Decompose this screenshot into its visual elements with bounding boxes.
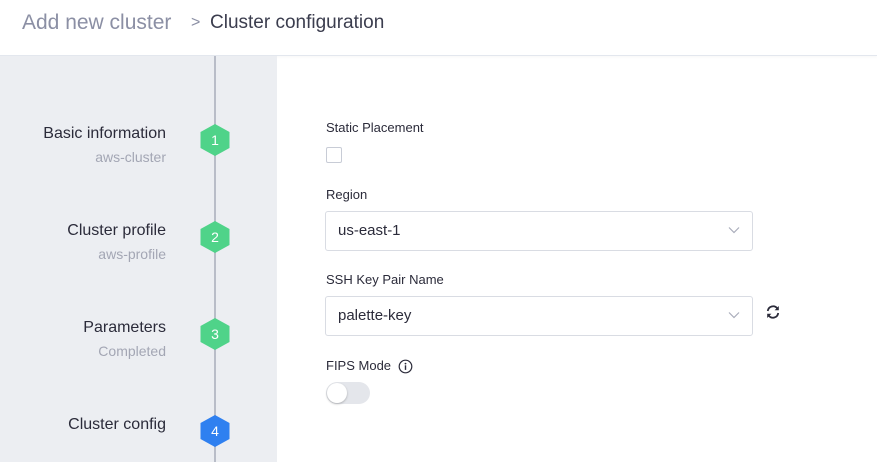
page-header: Add new cluster > Cluster configuration — [0, 0, 877, 56]
step-cluster-config[interactable]: Cluster config 4 — [0, 414, 277, 476]
step-subtitle: Completed — [98, 343, 166, 359]
step-number: 2 — [211, 229, 219, 245]
ssh-key-value: palette-key — [338, 307, 412, 324]
step-number: 3 — [211, 326, 219, 342]
step-basic-information[interactable]: Basic information aws-cluster 1 — [0, 123, 277, 185]
step-number: 4 — [211, 423, 219, 439]
step-badge: 3 — [199, 317, 231, 351]
chevron-down-icon — [728, 227, 740, 234]
step-number: 1 — [211, 132, 219, 148]
breadcrumb-add-new-cluster[interactable]: Add new cluster — [22, 11, 171, 35]
step-parameters[interactable]: Parameters Completed 3 — [0, 317, 277, 379]
region-select[interactable]: us-east-1 — [325, 211, 753, 251]
step-cluster-profile[interactable]: Cluster profile aws-profile 2 — [0, 220, 277, 282]
region-label: Region — [326, 187, 368, 202]
step-title: Parameters — [83, 319, 166, 336]
refresh-icon[interactable] — [765, 304, 781, 320]
step-badge: 1 — [199, 123, 231, 157]
page-title: Cluster configuration — [210, 12, 385, 33]
static-placement-label: Static Placement — [326, 120, 424, 135]
step-title: Cluster config — [68, 416, 166, 433]
step-subtitle: aws-profile — [98, 246, 166, 262]
step-title: Cluster profile — [67, 222, 166, 239]
info-icon[interactable] — [398, 359, 413, 374]
step-title: Basic information — [43, 125, 166, 142]
ssh-key-label: SSH Key Pair Name — [326, 272, 444, 287]
chevron-down-icon — [728, 312, 740, 319]
fips-mode-toggle[interactable] — [326, 382, 370, 404]
step-badge: 4 — [199, 414, 231, 448]
wizard-steps: Basic information aws-cluster 1 Cluster … — [0, 56, 277, 462]
step-badge: 2 — [199, 220, 231, 254]
static-placement-checkbox[interactable] — [326, 147, 342, 163]
step-subtitle: aws-cluster — [95, 149, 166, 165]
cluster-config-form: Static Placement Region us-east-1 SSH Ke… — [277, 78, 877, 462]
toggle-knob — [327, 383, 347, 403]
ssh-key-select[interactable]: palette-key — [325, 296, 753, 336]
breadcrumb-separator: > — [191, 14, 201, 31]
region-value: us-east-1 — [338, 222, 401, 239]
fips-mode-label: FIPS Mode — [326, 358, 392, 373]
